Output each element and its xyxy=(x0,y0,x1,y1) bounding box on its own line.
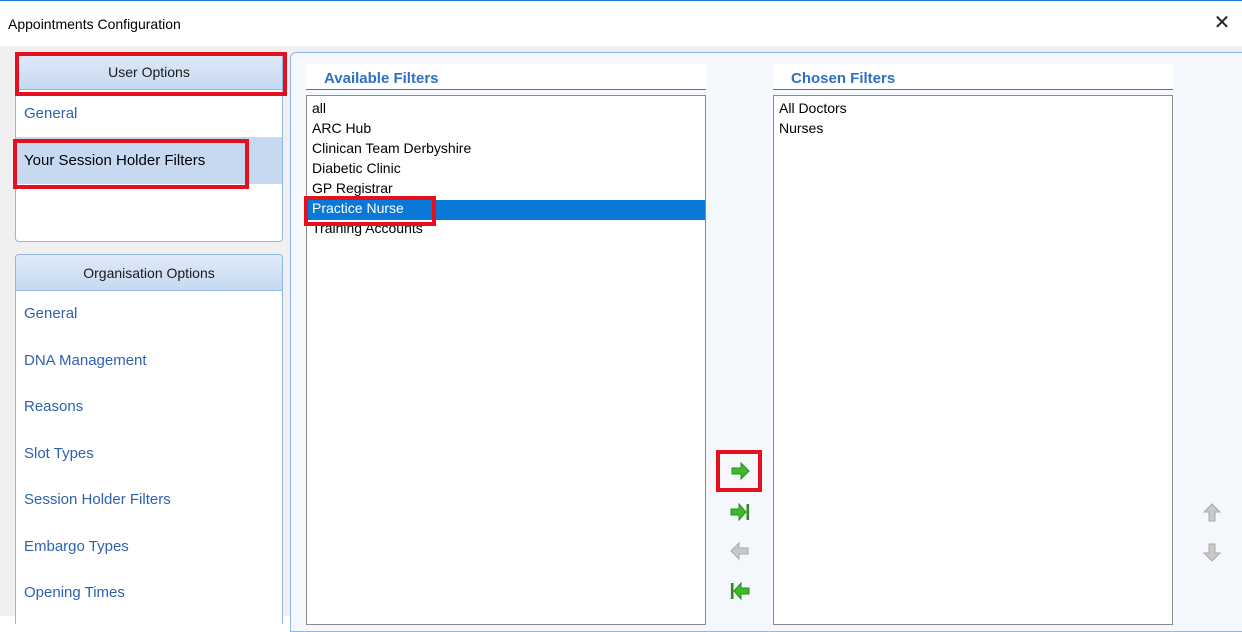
remove-all-arrow-icon[interactable] xyxy=(727,578,753,604)
move-down-arrow-icon[interactable] xyxy=(1199,540,1225,566)
available-item-diabetic-clinic[interactable]: Diabetic Clinic xyxy=(307,160,705,180)
user-nav-your-session-holder-filters[interactable]: Your Session Holder Filters xyxy=(16,137,282,184)
user-options-group: User Options General Your Session Holder… xyxy=(15,53,283,242)
user-nav-general[interactable]: General xyxy=(16,90,282,137)
window-title: Appointments Configuration xyxy=(8,16,181,32)
appointments-configuration-dialog: Appointments Configuration ✕ User Option… xyxy=(0,0,1242,632)
title-bar: Appointments Configuration ✕ xyxy=(0,0,1242,46)
chosen-item-nurses[interactable]: Nurses xyxy=(774,120,1172,140)
org-nav-slot-types[interactable]: Slot Types xyxy=(16,431,282,478)
available-item-training-accounts[interactable]: Training Accounts xyxy=(307,220,705,240)
organisation-options-header: Organisation Options xyxy=(16,255,282,291)
org-nav-session-holder-filters[interactable]: Session Holder Filters xyxy=(16,477,282,524)
close-icon[interactable]: ✕ xyxy=(1212,13,1232,33)
chosen-filters-list[interactable]: All Doctors Nurses xyxy=(773,95,1173,625)
move-up-arrow-icon[interactable] xyxy=(1199,500,1225,526)
chosen-item-all-doctors[interactable]: All Doctors xyxy=(774,100,1172,120)
organisation-options-group: Organisation Options General DNA Managem… xyxy=(15,254,283,624)
available-item-clinican-team-derbyshire[interactable]: Clinican Team Derbyshire xyxy=(307,140,705,160)
org-nav-dna-management[interactable]: DNA Management xyxy=(16,338,282,385)
available-filters-list[interactable]: all ARC Hub Clinican Team Derbyshire Dia… xyxy=(306,95,706,625)
available-item-arc-hub[interactable]: ARC Hub xyxy=(307,120,705,140)
available-filters-header: Available Filters xyxy=(306,64,706,90)
org-nav-opening-times[interactable]: Opening Times xyxy=(16,570,282,617)
available-item-gp-registrar[interactable]: GP Registrar xyxy=(307,180,705,200)
org-nav-general[interactable]: General xyxy=(16,291,282,338)
add-all-arrow-icon[interactable] xyxy=(727,499,753,525)
available-item-practice-nurse[interactable]: Practice Nurse xyxy=(307,200,705,220)
available-item-all[interactable]: all xyxy=(307,100,705,120)
org-nav-reasons[interactable]: Reasons xyxy=(16,384,282,431)
chosen-filters-header: Chosen Filters xyxy=(773,64,1173,90)
remove-selected-arrow-icon[interactable] xyxy=(727,538,753,564)
add-selected-arrow-icon[interactable] xyxy=(727,458,753,484)
org-nav-embargo-types[interactable]: Embargo Types xyxy=(16,524,282,571)
user-options-header: User Options xyxy=(16,54,282,90)
